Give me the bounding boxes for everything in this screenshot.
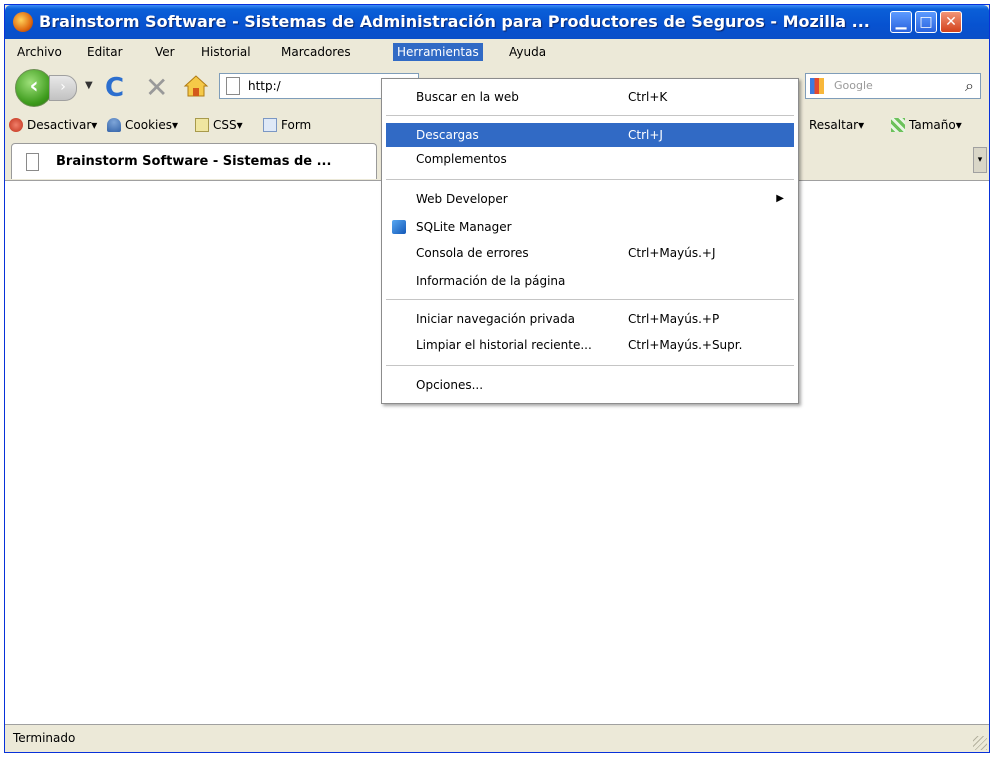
bookmark-label: Resaltar [809, 118, 859, 132]
menu-separator [386, 179, 794, 180]
menu-item-shortcut: Ctrl+Mayús.+P [628, 312, 720, 326]
menu-item-complementos[interactable]: Complementos [386, 147, 794, 171]
menu-item-label: Buscar en la web [416, 90, 519, 104]
status-bar: Terminado [5, 724, 989, 752]
menu-item-label: Limpiar el historial reciente... [416, 338, 592, 352]
menu-item-label: Web Developer [416, 192, 508, 206]
menu-item-web-developer[interactable]: Web Developer ▶ [386, 187, 794, 211]
page-icon [26, 153, 39, 171]
search-input[interactable]: Google ⌕ [805, 73, 981, 99]
menu-item-navegacion-privada[interactable]: Iniciar navegación privada Ctrl+Mayús.+P [386, 307, 794, 331]
menu-marcadores[interactable]: Marcadores [277, 43, 355, 61]
bookmark-resaltar[interactable]: Resaltar▾ [809, 116, 864, 134]
forward-button[interactable]: › [49, 75, 77, 101]
menu-item-opciones[interactable]: Opciones... [386, 373, 794, 397]
bookmark-label: Cookies [125, 118, 172, 132]
minimize-button[interactable]: ▁ [890, 11, 912, 33]
forward-arrow-icon: › [60, 79, 66, 95]
menu-ver[interactable]: Ver [151, 43, 179, 61]
menu-item-buscar-en-la-web[interactable]: Buscar en la web Ctrl+K [386, 85, 794, 109]
menu-item-label: SQLite Manager [416, 220, 512, 234]
stop-icon[interactable]: ✕ [145, 71, 168, 104]
resize-icon [891, 118, 905, 132]
back-arrow-icon: ‹ [29, 74, 39, 99]
resize-grip[interactable] [973, 736, 987, 750]
menu-separator [386, 115, 794, 116]
menu-item-label: Consola de errores [416, 246, 529, 260]
menu-item-label: Iniciar navegación privada [416, 312, 575, 326]
search-icon[interactable]: ⌕ [965, 76, 974, 96]
url-text: http:/ [248, 79, 281, 93]
menu-item-sqlite-manager[interactable]: SQLite Manager [386, 215, 794, 239]
bookmark-label: Tamaño [909, 118, 956, 132]
bookmark-label: Form [281, 118, 312, 132]
menu-bar: Archivo Editar Ver Historial Marcadores … [5, 39, 989, 63]
bookmark-tamano[interactable]: Tamaño▾ [891, 116, 962, 134]
page-icon [226, 77, 240, 95]
menu-item-label: Opciones... [416, 378, 484, 392]
back-button[interactable]: ‹ [15, 69, 53, 107]
search-placeholder: Google [834, 79, 873, 92]
form-icon [263, 118, 277, 132]
tab-list-button[interactable]: ▾ [973, 147, 987, 173]
menu-item-shortcut: Ctrl+J [628, 128, 663, 142]
home-icon[interactable] [183, 73, 209, 99]
menu-historial[interactable]: Historial [197, 43, 255, 61]
close-button[interactable]: ✕ [940, 11, 962, 33]
window-title: Brainstorm Software - Sistemas de Admini… [39, 12, 870, 31]
firefox-icon [13, 12, 33, 32]
menu-item-label: Complementos [416, 152, 507, 166]
maximize-icon: □ [919, 14, 933, 30]
maximize-button[interactable]: □ [915, 11, 937, 33]
status-text: Terminado [13, 731, 76, 745]
menu-separator [386, 299, 794, 300]
menu-item-descargas[interactable]: Descargas Ctrl+J [386, 123, 794, 147]
bookmark-label: CSS [213, 118, 237, 132]
tab-brainstorm[interactable]: Brainstorm Software - Sistemas de ... [11, 143, 377, 179]
google-icon[interactable] [810, 78, 824, 94]
bookmark-label: Desactivar [27, 118, 92, 132]
menu-item-label: Información de la página [416, 274, 566, 288]
minimize-icon: ▁ [895, 14, 907, 30]
menu-archivo[interactable]: Archivo [13, 43, 66, 61]
bookmark-css[interactable]: CSS▾ [195, 116, 243, 134]
menu-item-shortcut: Ctrl+Mayús.+Supr. [628, 338, 743, 352]
title-bar[interactable]: Brainstorm Software - Sistemas de Admini… [5, 5, 989, 39]
disable-icon [9, 118, 23, 132]
css-icon [195, 118, 209, 132]
history-dropdown-icon[interactable]: ▼ [85, 80, 93, 91]
reload-icon[interactable]: C [105, 73, 124, 103]
bookmark-form[interactable]: Form [263, 116, 311, 134]
menu-ayuda[interactable]: Ayuda [505, 43, 550, 61]
close-icon: ✕ [945, 14, 957, 30]
bookmark-cookies[interactable]: Cookies▾ [107, 116, 178, 134]
menu-item-consola-de-errores[interactable]: Consola de errores Ctrl+Mayús.+J [386, 241, 794, 265]
menu-herramientas[interactable]: Herramientas [393, 43, 483, 61]
menu-item-label: Descargas [416, 128, 479, 142]
bookmark-desactivar[interactable]: Desactivar▾ [9, 116, 97, 134]
menu-item-shortcut: Ctrl+K [628, 90, 668, 104]
menu-editar[interactable]: Editar [83, 43, 127, 61]
menu-item-informacion-de-la-pagina[interactable]: Información de la página [386, 269, 794, 293]
tools-menu-dropdown: Buscar en la web Ctrl+K Descargas Ctrl+J C… [381, 78, 799, 404]
menu-item-limpiar-historial[interactable]: Limpiar el historial reciente... Ctrl+May… [386, 333, 794, 357]
cookies-icon [107, 118, 121, 132]
menu-item-shortcut: Ctrl+Mayús.+J [628, 246, 716, 260]
submenu-arrow-icon: ▶ [776, 193, 784, 204]
tab-title: Brainstorm Software - Sistemas de ... [56, 154, 332, 169]
sqlite-icon [392, 220, 406, 234]
menu-separator [386, 365, 794, 366]
